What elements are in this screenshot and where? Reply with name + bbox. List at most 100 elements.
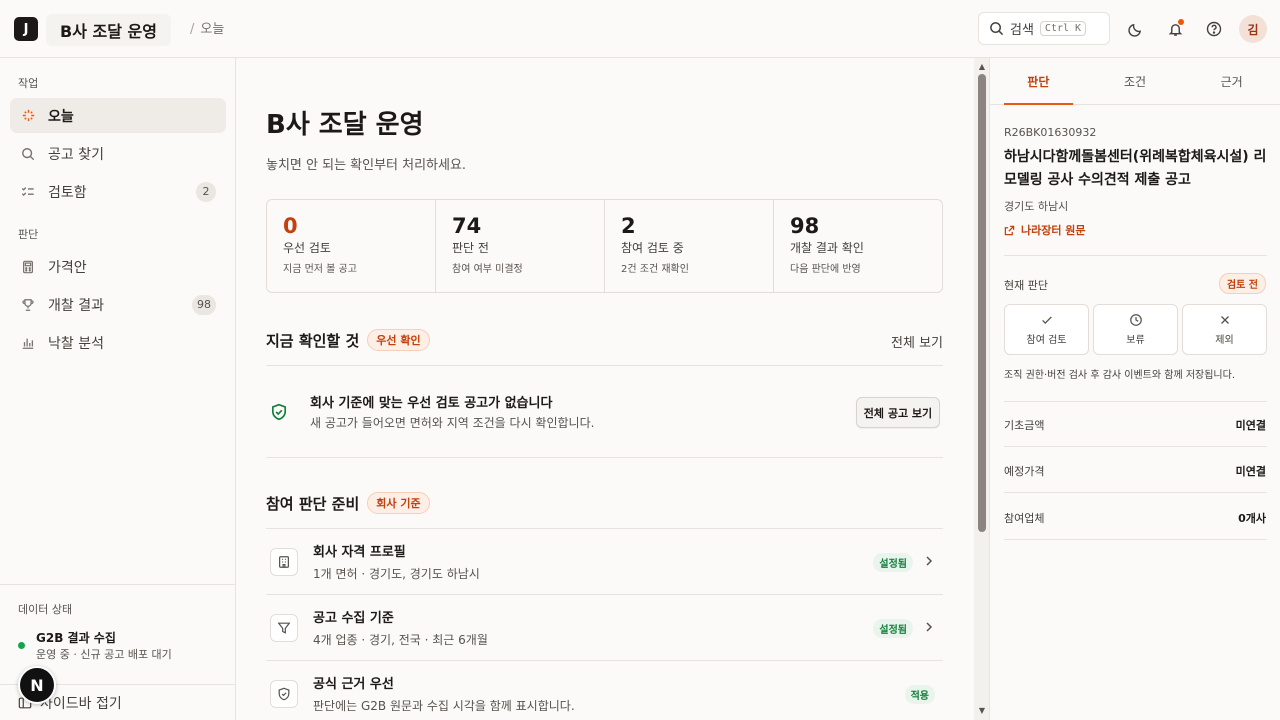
participate-review-button[interactable]: 참여 검토	[1004, 304, 1089, 355]
sidebar-section-work: 작업	[18, 77, 39, 90]
moon-icon	[1127, 23, 1141, 37]
sidebar-item-find-notices[interactable]: 공고 찾기	[10, 136, 226, 171]
exclude-button[interactable]: 제외	[1182, 304, 1267, 355]
stat-card-reviewing[interactable]: 2 참여 검토 중 2건 조건 재확인	[605, 200, 774, 292]
section-header-now: 지금 확인할 것 우선 확인	[266, 329, 430, 351]
choice-label: 제외	[1215, 335, 1234, 346]
scroll-down-icon[interactable]: ▼	[977, 706, 987, 715]
bar-chart-icon	[20, 335, 36, 351]
sidebar-item-today[interactable]: 오늘	[10, 98, 226, 133]
check-icon	[1041, 316, 1052, 324]
stat-sub: 2건 조건 재확인	[621, 264, 689, 275]
tab-conditions[interactable]: 조건	[1087, 58, 1184, 104]
sidebar-item-review-box[interactable]: 검토함 2	[10, 174, 226, 209]
stat-card-undecided[interactable]: 74 판단 전 참여 여부 미결정	[436, 200, 605, 292]
field-label: 예정가격	[1004, 465, 1045, 478]
close-icon	[1220, 316, 1229, 324]
see-all-link[interactable]: 전체 보기	[891, 332, 943, 351]
hold-button[interactable]: 보류	[1093, 304, 1178, 355]
page-subtitle: 놓치면 안 되는 확인부터 처리하세요.	[266, 158, 467, 173]
notice-code: R26BK01630932	[1004, 126, 1097, 139]
theme-toggle-button[interactable]	[1124, 18, 1146, 40]
row-subtitle: 4개 업종 · 경기, 전국 · 최근 6개월	[313, 633, 488, 647]
external-link-icon	[1004, 225, 1015, 235]
dev-tools-badge[interactable]: N	[18, 666, 56, 704]
shield-icon	[270, 680, 298, 708]
filter-icon	[270, 614, 298, 642]
stats-grid: 0 우선 검토 지금 먼저 볼 공고 74 판단 전 참여 여부 미결정 2 참…	[266, 199, 943, 293]
org-switcher[interactable]: B사 조달 운영	[46, 14, 171, 46]
list-item-collection-criteria[interactable]: 공고 수집 기준 4개 업종 · 경기, 전국 · 최근 6개월 설정됨	[266, 594, 943, 660]
divider	[1004, 255, 1267, 256]
original-notice-link[interactable]: 나라장터 원문	[1004, 222, 1086, 238]
divider	[266, 365, 943, 366]
view-all-notices-button[interactable]: 전체 공고 보기	[856, 397, 940, 428]
shield-check-icon	[271, 403, 287, 421]
search-shortcut: Ctrl K	[1039, 21, 1087, 36]
row-title: 회사 자격 프로필	[313, 545, 406, 560]
page-title: B사 조달 운영	[266, 110, 424, 140]
stat-value: 98	[790, 214, 820, 238]
search-icon	[20, 146, 36, 162]
sidebar-item-label: 낙찰 분석	[48, 335, 104, 352]
stat-value: 0	[283, 214, 298, 238]
sidebar-item-bid-results[interactable]: 개찰 결과 98	[10, 287, 226, 322]
stat-card-priority[interactable]: 0 우선 검토 지금 먼저 볼 공고	[267, 200, 436, 292]
review-count-badge: 2	[196, 181, 216, 202]
stat-card-results[interactable]: 98 개찰 결과 확인 다음 판단에 반영	[774, 200, 942, 292]
row-subtitle: 1개 면허 · 경기도, 경기도 하남시	[313, 567, 480, 581]
notice-title: 하남시다함께돌봄센터(위례복합체육시설) 리모델링 공사 수의견적 제출 공고	[1004, 149, 1267, 188]
data-state-label: 데이터 상태	[18, 603, 73, 616]
field-label: 참여업체	[1004, 512, 1045, 525]
sidebar-section-judge: 판단	[18, 228, 39, 241]
tab-evidence[interactable]: 근거	[1183, 58, 1280, 104]
section-title: 지금 확인할 것	[266, 331, 360, 350]
sidebar-item-label: 검토함	[48, 184, 87, 201]
data-state-subtitle: 운영 중 · 신규 공고 배포 대기	[36, 648, 172, 661]
building-icon	[270, 548, 298, 576]
main-scrollbar[interactable]: ▲ ▼	[974, 58, 990, 720]
sparkle-icon	[20, 108, 36, 124]
sidebar-item-price-plan[interactable]: 가격안	[10, 249, 226, 284]
app-logo[interactable]: J	[14, 17, 38, 41]
chevron-right-icon	[926, 622, 933, 632]
search-button[interactable]: 검색 Ctrl K	[978, 12, 1110, 45]
stat-label: 우선 검토	[283, 241, 331, 255]
save-note: 조직 권한·버전 검사 후 감사 이벤트와 함께 저장됩니다.	[1004, 370, 1236, 381]
notifications-button[interactable]	[1164, 18, 1186, 40]
breadcrumb: / 오늘	[190, 18, 224, 37]
list-item-company-profile[interactable]: 회사 자격 프로필 1개 면허 · 경기도, 경기도 하남시 설정됨	[266, 528, 943, 594]
user-avatar[interactable]: 김	[1239, 15, 1267, 43]
scrollbar-thumb[interactable]	[978, 74, 986, 532]
stat-label: 참여 검토 중	[621, 241, 684, 255]
notice-region: 경기도 하남시	[1004, 200, 1069, 213]
tab-judgment[interactable]: 판단	[990, 58, 1087, 105]
search-label: 검색	[1010, 23, 1034, 38]
search-icon	[990, 22, 1004, 36]
panel-tabs: 판단 조건 근거	[990, 58, 1280, 105]
help-button[interactable]	[1203, 18, 1225, 40]
sidebar: 작업 오늘 공고 찾기 검토함 2 판단 가격안 개찰 결과 98 낙찰 분석 …	[0, 58, 236, 720]
stat-value: 2	[621, 214, 636, 238]
list-item-official-evidence[interactable]: 공식 근거 우선 판단에는 G2B 원문과 수집 시각을 함께 표시합니다. 적…	[266, 660, 943, 720]
sidebar-item-award-analysis[interactable]: 낙찰 분석	[10, 325, 226, 360]
scroll-up-icon[interactable]: ▲	[977, 62, 987, 71]
current-judgment-label: 현재 판단	[1004, 279, 1048, 292]
choice-label: 참여 검토	[1026, 335, 1067, 346]
stat-value: 74	[452, 214, 482, 238]
stat-sub: 참여 여부 미결정	[452, 264, 523, 275]
sidebar-item-label: 공고 찾기	[48, 146, 104, 163]
original-notice-label: 나라장터 원문	[1021, 224, 1086, 237]
notification-dot	[1178, 19, 1184, 25]
field-value: 0개사	[1238, 512, 1266, 525]
row-subtitle: 판단에는 G2B 원문과 수집 시각을 함께 표시합니다.	[313, 699, 575, 713]
empty-state-subtitle: 새 공고가 들어오면 면허와 지역 조건을 다시 확인합니다.	[310, 416, 595, 430]
results-count-badge: 98	[192, 294, 216, 315]
divider	[1004, 539, 1267, 540]
divider	[1004, 446, 1267, 447]
detail-panel: 판단 조건 근거 R26BK01630932 하남시다함께돌봄센터(위례복합체육…	[990, 58, 1280, 720]
field-label: 기초금액	[1004, 419, 1045, 432]
section-title: 참여 판단 준비	[266, 494, 360, 513]
trophy-icon	[20, 297, 36, 313]
judgment-status-badge: 검토 전	[1218, 273, 1266, 294]
